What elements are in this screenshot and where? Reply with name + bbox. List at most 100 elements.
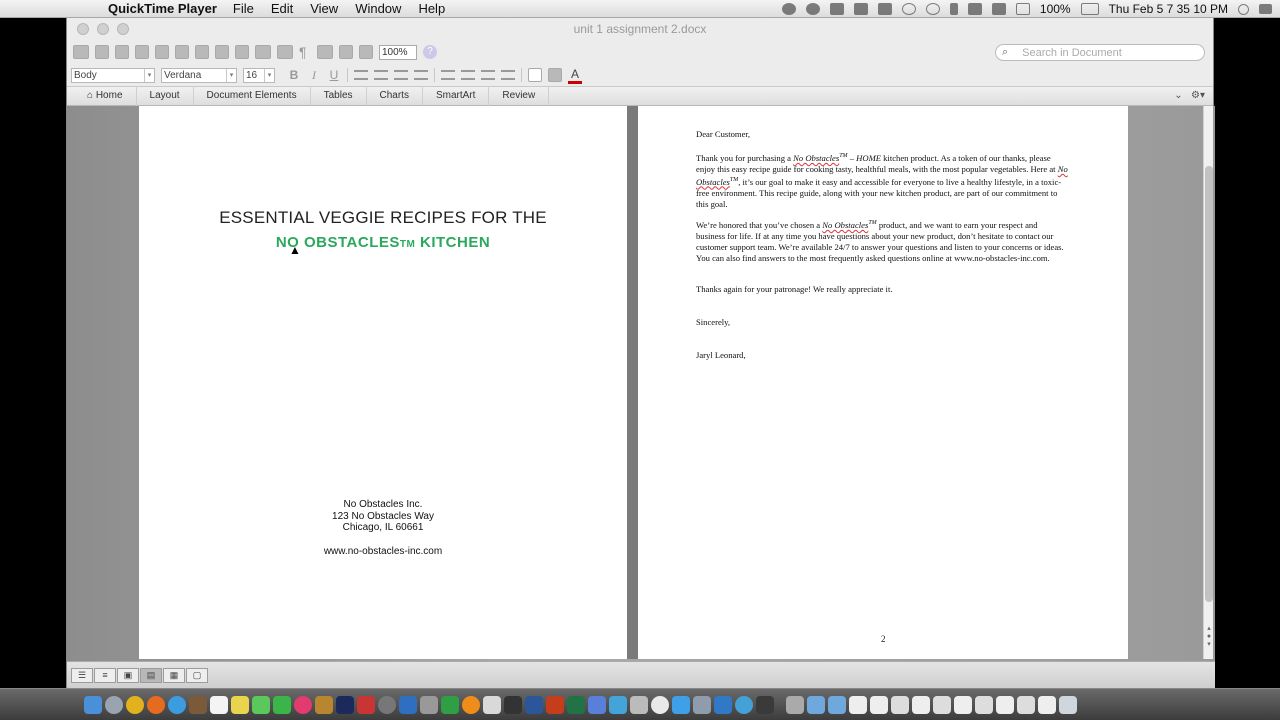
vlc-icon[interactable]	[462, 695, 480, 714]
font-color-button[interactable]: A	[568, 67, 582, 84]
app-name-menu[interactable]: QuickTime Player	[108, 1, 217, 16]
borders-icon[interactable]	[528, 68, 542, 82]
terminal-icon[interactable]	[504, 695, 522, 714]
numbered-list-icon[interactable]	[441, 70, 455, 80]
menu-file[interactable]: File	[233, 1, 254, 16]
justify-icon[interactable]	[414, 70, 428, 80]
document-icon[interactable]	[1038, 695, 1056, 714]
wifi-icon[interactable]	[967, 3, 982, 15]
ribbon-options[interactable]: ⌄ ⚙▾	[1174, 90, 1205, 101]
chrome-icon[interactable]	[126, 695, 144, 714]
excel-icon[interactable]	[441, 695, 459, 714]
clock-icon[interactable]	[651, 695, 669, 714]
new-document-icon[interactable]	[73, 45, 89, 59]
contacts-icon[interactable]	[189, 695, 207, 714]
show-formatting-icon[interactable]: ¶	[299, 44, 311, 60]
bold-button[interactable]: B	[287, 68, 301, 82]
phone-icon[interactable]	[829, 3, 844, 15]
sidebar-icon[interactable]	[317, 45, 333, 59]
draft-view-button[interactable]: ☰	[71, 667, 93, 683]
document-icon[interactable]	[849, 695, 867, 714]
downloads-folder-icon[interactable]	[828, 695, 846, 714]
script-editor-icon[interactable]	[420, 695, 438, 714]
search-in-document-field[interactable]: ⌕ Search in Document	[995, 44, 1205, 61]
record-icon[interactable]	[781, 3, 796, 15]
cloud-icon[interactable]	[901, 3, 916, 15]
outline-view-button[interactable]: ≡	[94, 667, 116, 683]
app-store-icon[interactable]	[609, 695, 627, 714]
battery-icon[interactable]	[1080, 3, 1099, 15]
powerpoint-icon[interactable]	[546, 695, 564, 714]
safari-icon[interactable]	[168, 695, 186, 714]
facetime-icon[interactable]	[273, 695, 291, 714]
tab-home[interactable]: ⌂ Home	[81, 86, 137, 106]
templates-icon[interactable]	[95, 45, 109, 59]
format-painter-icon[interactable]	[235, 45, 249, 59]
menu-view[interactable]: View	[310, 1, 338, 16]
align-center-icon[interactable]	[374, 70, 388, 80]
image-capture-icon[interactable]	[693, 695, 711, 714]
document-app-icon[interactable]	[756, 695, 774, 714]
align-left-icon[interactable]	[354, 70, 368, 80]
tab-review[interactable]: Review	[489, 86, 550, 106]
page-cover[interactable]: ESSENTIAL VEGGIE RECIPES FOR THE NO OBST…	[139, 106, 627, 659]
system-preferences-icon[interactable]	[378, 695, 396, 714]
increase-indent-icon[interactable]	[501, 70, 515, 80]
utility-icon[interactable]	[714, 695, 732, 714]
focus-view-button[interactable]: ▢	[186, 667, 208, 683]
k-app-icon[interactable]	[877, 3, 892, 15]
vertical-scrollbar[interactable]: ▴ ● ▾	[1203, 106, 1213, 659]
word-icon[interactable]	[399, 695, 417, 714]
tab-document-elements[interactable]: Document Elements	[194, 86, 311, 106]
tab-smartart[interactable]: SmartArt	[423, 86, 490, 106]
firefox-icon[interactable]	[147, 695, 165, 714]
decrease-indent-icon[interactable]	[481, 70, 495, 80]
magnifier-icon[interactable]	[735, 695, 753, 714]
input-menu-icon[interactable]	[1015, 3, 1030, 15]
toolbox-icon[interactable]	[339, 45, 353, 59]
document-icon[interactable]	[912, 695, 930, 714]
itunes-icon[interactable]	[294, 695, 312, 714]
page-nav-arrows[interactable]: ▴ ● ▾	[1204, 625, 1214, 649]
cut-icon[interactable]	[175, 45, 189, 59]
launchpad-icon[interactable]	[105, 695, 123, 714]
ibooks-icon[interactable]	[315, 695, 333, 714]
scrollbar-thumb[interactable]	[1205, 166, 1213, 602]
trash-icon[interactable]	[1059, 695, 1077, 714]
help-viewer-icon[interactable]	[630, 695, 648, 714]
underline-button[interactable]: U	[327, 68, 341, 82]
document-icon[interactable]	[975, 695, 993, 714]
menu-clock[interactable]: Thu Feb 5 7 35 10 PM	[1109, 2, 1228, 16]
open-icon[interactable]	[115, 45, 129, 59]
paste-icon[interactable]	[215, 45, 229, 59]
font-select[interactable]: Verdana ▾	[161, 67, 237, 83]
folder-icon[interactable]	[807, 695, 825, 714]
italic-button[interactable]: I	[307, 68, 321, 83]
style-select[interactable]: Body ▾	[71, 67, 155, 83]
time-machine-icon[interactable]	[925, 3, 940, 15]
document-icon[interactable]	[891, 695, 909, 714]
redo-icon[interactable]	[277, 45, 293, 59]
calendar-icon[interactable]	[210, 695, 228, 714]
document-icon[interactable]	[996, 695, 1014, 714]
publishing-view-button[interactable]: ▣	[117, 667, 139, 683]
align-right-icon[interactable]	[394, 70, 408, 80]
zoom-select[interactable]: 100%	[379, 44, 417, 60]
notes-icon[interactable]	[231, 695, 249, 714]
print-icon[interactable]	[155, 45, 169, 59]
save-icon[interactable]	[135, 45, 149, 59]
font-size-select[interactable]: 16 ▾	[243, 67, 275, 83]
bluetooth-icon[interactable]	[949, 3, 958, 15]
notification-center-icon[interactable]	[1259, 4, 1272, 14]
media-browser-icon[interactable]	[359, 45, 373, 59]
volume-icon[interactable]	[991, 3, 1006, 15]
print-layout-button[interactable]: ▤	[140, 667, 162, 683]
spotlight-icon[interactable]	[1238, 3, 1249, 15]
messages-icon[interactable]	[252, 695, 270, 714]
tab-layout[interactable]: Layout	[137, 86, 194, 106]
menu-extra-icon[interactable]	[853, 3, 868, 15]
page-letter[interactable]: Dear Customer, Thank you for purchasing …	[638, 106, 1128, 659]
accessibility-icon[interactable]	[805, 3, 820, 15]
notebook-view-button[interactable]: ▦	[163, 667, 185, 683]
help-icon[interactable]	[786, 695, 804, 714]
